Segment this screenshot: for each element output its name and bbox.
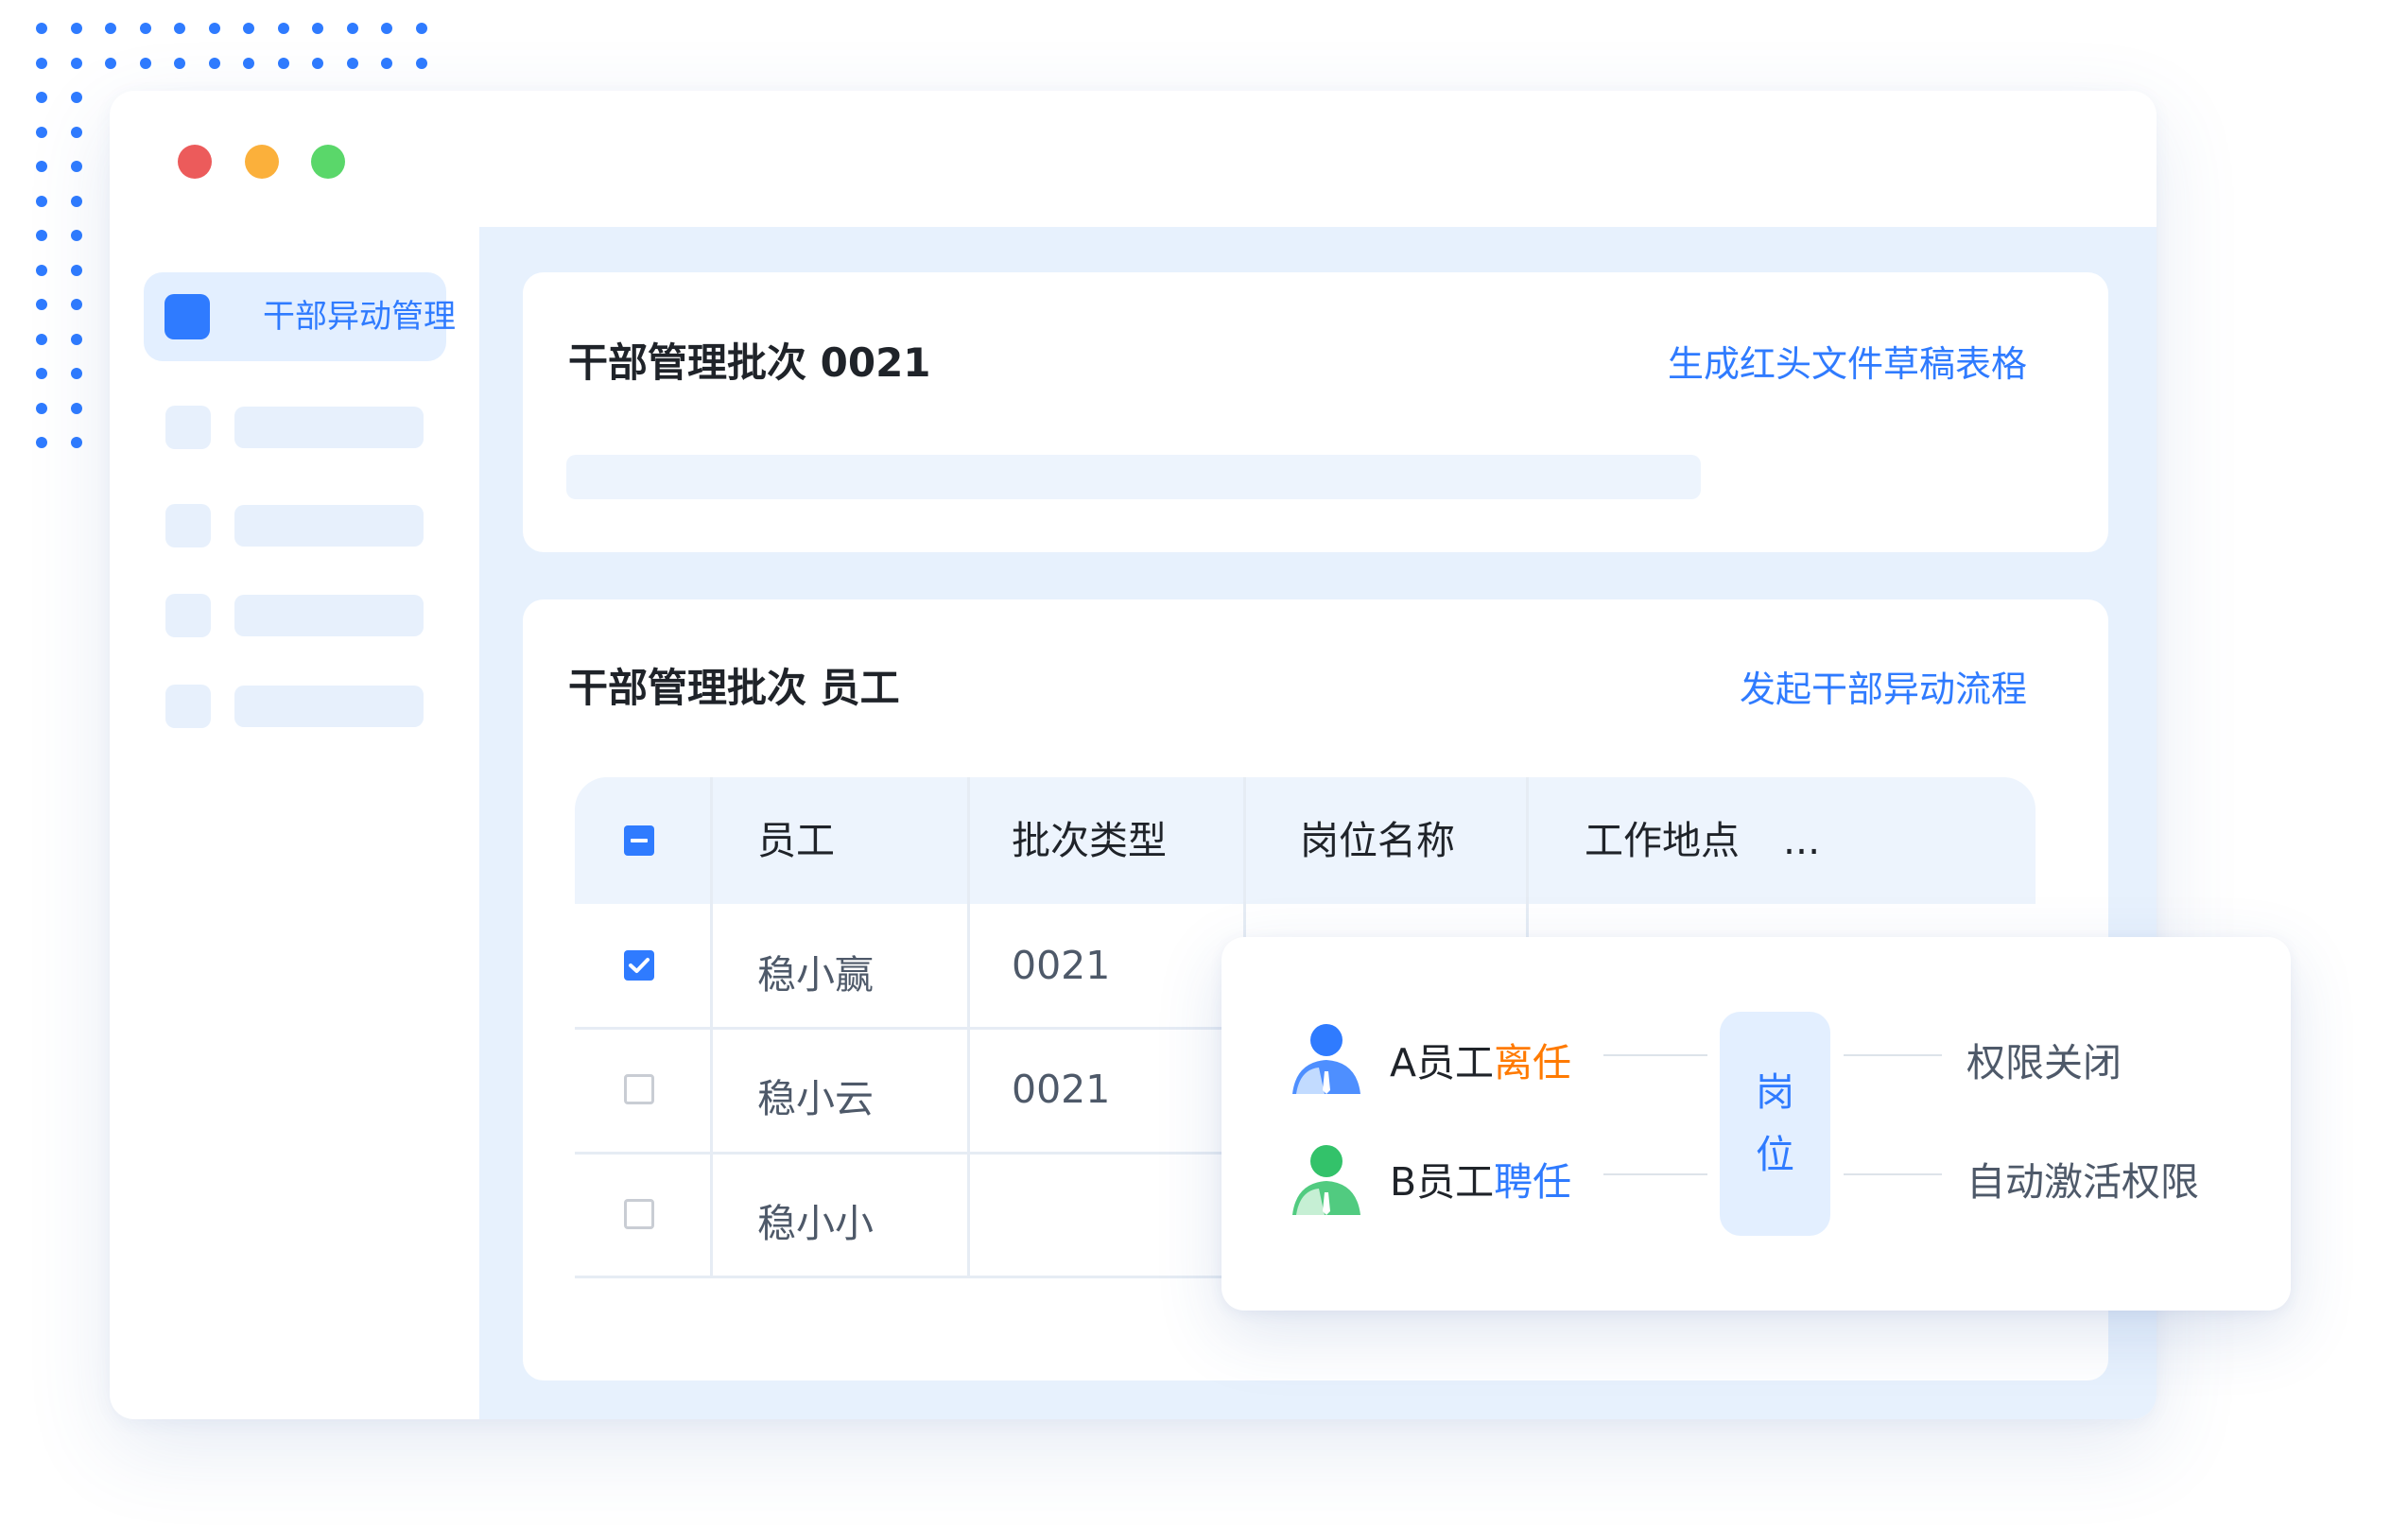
decorative-dot — [312, 57, 323, 69]
decorative-dot — [70, 368, 82, 379]
auto-activate-label: 自动激活权限 — [1966, 1159, 2199, 1205]
sidebar-placeholder-icon — [165, 594, 211, 637]
decorative-dot — [36, 264, 47, 276]
batch-type: 0021 — [1012, 1067, 1111, 1112]
decorative-dot — [415, 57, 427, 69]
select-all-checkbox[interactable] — [624, 825, 654, 856]
start-process-link[interactable]: 发起干部异动流程 — [1740, 660, 2027, 712]
decorative-dot — [36, 161, 47, 172]
decorative-dot — [36, 402, 47, 414]
decorative-dot — [174, 23, 185, 34]
decorative-dot — [70, 57, 82, 69]
batch-type: 0021 — [1012, 943, 1111, 988]
decorative-dot — [415, 23, 427, 34]
row-checkbox[interactable] — [624, 1074, 654, 1104]
connector-line — [1603, 1054, 1707, 1056]
employee-b-label: B员工聘任 — [1390, 1150, 1571, 1207]
connector-line — [1603, 1173, 1707, 1175]
decorative-dot — [105, 23, 116, 34]
user-avatar-icon — [1292, 1145, 1360, 1215]
appoint-tag: 聘任 — [1494, 1159, 1572, 1205]
sidebar-placeholder-item — [234, 407, 424, 448]
decorative-dot — [139, 57, 151, 69]
decorative-dot — [208, 23, 220, 34]
decorative-dot — [277, 57, 289, 69]
sidebar-item-label: 干部异动管理 — [263, 298, 456, 336]
minimize-window-button[interactable] — [245, 145, 279, 179]
decorative-dot — [36, 230, 47, 241]
decorative-dot — [70, 161, 82, 172]
sidebar-placeholder-item — [234, 686, 424, 727]
decorative-dot — [381, 57, 392, 69]
decorative-dot — [70, 195, 82, 207]
decorative-dot — [105, 57, 116, 69]
sidebar-placeholder-item — [234, 595, 424, 636]
position-char: 位 — [1756, 1132, 1794, 1177]
decorative-dot — [346, 57, 358, 69]
generate-draft-link[interactable]: 生成红头文件草稿表格 — [1668, 335, 2027, 387]
decorative-dot — [36, 368, 47, 379]
decorative-dot — [70, 92, 82, 103]
permission-close-label: 权限关闭 — [1966, 1040, 2122, 1085]
decorative-dot — [36, 437, 47, 448]
decorative-dot — [208, 57, 220, 69]
employee-card-title: 干部管理批次 员工 — [568, 665, 900, 711]
decorative-dot — [70, 402, 82, 414]
decorative-dot — [70, 230, 82, 241]
maximize-window-button[interactable] — [311, 145, 345, 179]
sidebar-placeholder-icon — [165, 685, 211, 728]
skeleton-bar — [566, 455, 1701, 499]
employee-a-label: A员工离任 — [1390, 1031, 1571, 1087]
decorative-dot — [36, 57, 47, 69]
row-checkbox[interactable] — [624, 950, 654, 981]
sidebar-placeholder-item — [234, 505, 424, 547]
decorative-dot — [36, 126, 47, 138]
decorative-dot — [70, 437, 82, 448]
decorative-dot — [139, 23, 151, 34]
employee-name: 稳小云 — [757, 1076, 874, 1121]
decorative-dot — [36, 23, 47, 34]
position-change-popup: A员工离任 B员工聘任 岗 位 权限关闭 自动激活权限 — [1221, 937, 2291, 1311]
decorative-dot — [36, 299, 47, 310]
column-header-batch-type[interactable]: 批次类型 — [1012, 777, 1167, 904]
decorative-dot — [381, 23, 392, 34]
connector-line — [1844, 1173, 1942, 1175]
decorative-dot — [346, 23, 358, 34]
row-checkbox[interactable] — [624, 1199, 654, 1229]
decorative-dot — [36, 333, 47, 345]
check-icon — [629, 958, 650, 973]
employee-name: 稳小赢 — [757, 952, 874, 998]
decorative-dot — [312, 23, 323, 34]
decorative-dot — [70, 23, 82, 34]
connector-line — [1844, 1054, 1942, 1056]
employee-a-name: A员工 — [1390, 1040, 1495, 1085]
position-char: 岗 — [1756, 1069, 1794, 1115]
more-columns-icon[interactable]: ... — [1783, 777, 1820, 904]
close-window-button[interactable] — [178, 145, 212, 179]
batch-card: 干部管理批次 0021 生成红头文件草稿表格 — [523, 272, 2108, 552]
sidebar-placeholder-icon — [165, 504, 211, 547]
employee-name: 稳小小 — [757, 1201, 874, 1246]
column-header-employee[interactable]: 员工 — [757, 777, 835, 904]
decorative-dot — [36, 92, 47, 103]
column-header-location[interactable]: 工作地点 — [1585, 777, 1740, 904]
decorative-dot — [277, 23, 289, 34]
batch-title: 干部管理批次 0021 — [568, 339, 931, 386]
decorative-dot — [70, 126, 82, 138]
decorative-dot — [70, 299, 82, 310]
decorative-dot — [243, 23, 254, 34]
decorative-dot — [70, 333, 82, 345]
module-icon — [165, 294, 210, 339]
employee-b-name: B员工 — [1390, 1159, 1495, 1205]
decorative-dot — [174, 57, 185, 69]
sidebar-item-cadre-change[interactable]: 干部异动管理 — [144, 272, 456, 361]
decorative-dot — [243, 57, 254, 69]
decorative-dot — [70, 264, 82, 276]
position-box: 岗 位 — [1720, 1012, 1830, 1236]
decorative-dot — [36, 195, 47, 207]
sidebar-placeholder-icon — [165, 406, 211, 449]
resign-tag: 离任 — [1494, 1040, 1572, 1085]
column-header-position[interactable]: 岗位名称 — [1300, 777, 1455, 904]
user-avatar-icon — [1292, 1024, 1360, 1094]
